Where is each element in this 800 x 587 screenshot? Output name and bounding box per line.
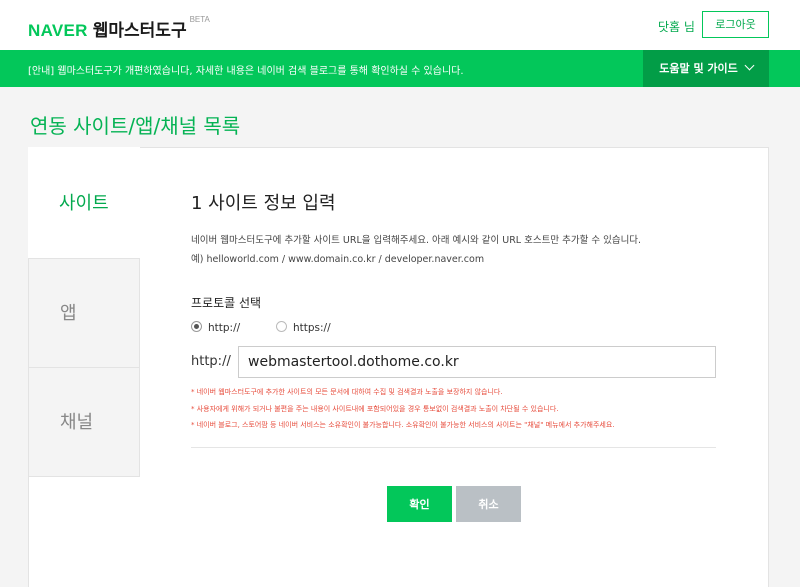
protocol-radio-http[interactable]: http:// <box>191 321 240 334</box>
user-name: 닷홈 님 <box>658 20 695 34</box>
protocol-label: 프로토콜 선택 <box>191 296 262 310</box>
top-bar: NAVER 웹마스터도구BETA 닷홈 님 로그아웃 <box>0 0 800 50</box>
notice-text: [안내] 웹마스터도구가 개편하였습니다, 자세한 내용은 네이버 검색 블로그… <box>28 66 464 77</box>
help-guide-button[interactable]: 도움말 및 가이드 <box>643 50 769 87</box>
service-name: 웹마스터도구 <box>92 21 187 41</box>
site-form: 1 사이트 정보 입력 네이버 웹마스터도구에 추가할 사이트 URL을 입력해… <box>191 148 751 587</box>
notice-bar: [안내] 웹마스터도구가 개편하였습니다, 자세한 내용은 네이버 검색 블로그… <box>0 50 800 87</box>
site-url-input[interactable] <box>238 346 716 378</box>
notice-item: * 사용자에게 위해가 되거나 불편을 주는 내용이 사이트내에 포함되어있을 … <box>191 405 559 413</box>
page-title: 연동 사이트/앱/채널 목록 <box>30 114 241 138</box>
divider <box>191 447 716 448</box>
naver-logo: NAVER <box>28 21 88 40</box>
step-title: 1 사이트 정보 입력 <box>191 193 336 214</box>
protocol-http-label: http:// <box>208 322 241 334</box>
url-prefix: http:// <box>191 354 231 369</box>
url-example: 예) helloworld.com / www.domain.co.kr / d… <box>191 254 485 265</box>
tab-channel[interactable]: 채널 <box>28 367 140 477</box>
confirm-button[interactable]: 확인 <box>387 486 452 522</box>
radio-unchecked-icon <box>276 321 287 332</box>
notice-item: * 네이버 블로그, 스토어팜 등 네이버 서비스는 소유확인이 불가능합니다.… <box>191 421 615 429</box>
brand-logo[interactable]: NAVER 웹마스터도구BETA <box>28 15 210 41</box>
radio-checked-icon <box>191 321 202 332</box>
beta-badge: BETA <box>189 15 210 24</box>
logout-button[interactable]: 로그아웃 <box>702 11 769 38</box>
tab-app[interactable]: 앱 <box>28 258 140 368</box>
form-description: 네이버 웹마스터도구에 추가할 사이트 URL을 입력해주세요. 아래 예시와 … <box>191 235 642 246</box>
notice-item: * 네이버 웹마스터도구에 추가한 사이트의 모든 문서에 대하여 수집 및 검… <box>191 388 503 396</box>
protocol-https-label: https:// <box>293 322 331 334</box>
registration-panel: 사이트 앱 채널 1 사이트 정보 입력 네이버 웹마스터도구에 추가할 사이트… <box>28 147 769 587</box>
cancel-button[interactable]: 취소 <box>456 486 521 522</box>
tab-site[interactable]: 사이트 <box>28 147 140 258</box>
chevron-down-icon <box>744 60 755 71</box>
help-guide-label: 도움말 및 가이드 <box>659 62 738 75</box>
protocol-radio-https[interactable]: https:// <box>276 321 331 334</box>
